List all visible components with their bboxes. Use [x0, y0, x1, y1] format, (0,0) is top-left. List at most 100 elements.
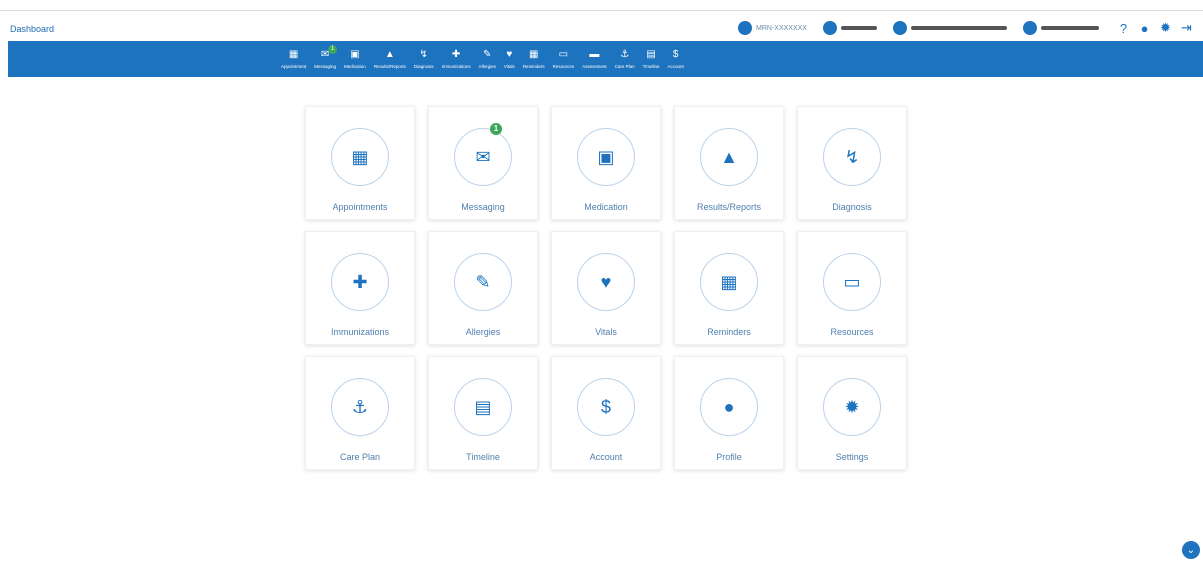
- pill-icon: ✎: [475, 271, 491, 292]
- phone-icon: [1022, 21, 1037, 35]
- nav-item-medication[interactable]: ▣ Medication: [340, 41, 370, 77]
- plus-square-icon: ✚: [352, 271, 368, 292]
- tile-icon-circle: ⚓: [331, 378, 389, 436]
- tile-settings[interactable]: ✹ Settings: [797, 356, 907, 470]
- medkit-icon: ▣: [350, 48, 360, 60]
- help-button[interactable]: ?: [1116, 20, 1131, 36]
- tile-account[interactable]: $ Account: [551, 356, 661, 470]
- nav-item-label: Medication: [344, 63, 366, 69]
- nav-item-label: Immunizations: [441, 63, 471, 69]
- profile-icon: ●: [1140, 20, 1149, 36]
- nav-item-label: Messaging: [314, 63, 337, 69]
- tile-icon-circle: ▲: [700, 128, 758, 186]
- dollar-icon: $: [672, 48, 679, 60]
- redacted-text: [910, 26, 1007, 30]
- tile-icon-circle: ▤: [454, 378, 512, 436]
- nav-item-results-reports[interactable]: ▲ Results/Reports: [370, 41, 410, 77]
- tile-medication[interactable]: ▣ Medication: [551, 106, 661, 220]
- nav-item-label: Timeline: [642, 63, 660, 69]
- id-card-icon: [738, 21, 752, 35]
- stethoscope-icon: ↯: [419, 48, 428, 60]
- nav-item-diagnosis[interactable]: ↯ Diagnosis: [410, 41, 438, 77]
- tile-resources[interactable]: ▭ Resources: [797, 231, 907, 345]
- settings-gear-button[interactable]: ✹: [1158, 20, 1173, 36]
- tile-care-plan[interactable]: ⚓ Care Plan: [305, 356, 415, 470]
- tile-results-reports[interactable]: ▲ Results/Reports: [674, 106, 784, 220]
- tile-vitals[interactable]: ♥ Vitals: [551, 231, 661, 345]
- nav-item-label: Results/Reports: [373, 63, 406, 69]
- tile-reminders[interactable]: ▦ Reminders: [674, 231, 784, 345]
- tile-timeline[interactable]: ▤ Timeline: [428, 356, 538, 470]
- tile-immunizations[interactable]: ✚ Immunizations: [305, 231, 415, 345]
- nav-item-allergies[interactable]: ✎ Allergies: [475, 41, 500, 77]
- calendar-icon: [892, 21, 907, 35]
- tile-label: Diagnosis: [832, 202, 872, 212]
- tile-allergies[interactable]: ✎ Allergies: [428, 231, 538, 345]
- nav-item-assessment[interactable]: ▬ Assessment: [578, 41, 611, 77]
- tile-appointments[interactable]: ▦ Appointments: [305, 106, 415, 220]
- nav-item-appointment[interactable]: ▦ Appointment: [277, 41, 310, 77]
- tile-label: Account: [589, 452, 623, 462]
- nav-item-label: Reminders: [522, 63, 545, 69]
- redacted-text: [1040, 26, 1099, 30]
- tile-profile[interactable]: ● Profile: [674, 356, 784, 470]
- folder-open-icon: ▭: [843, 271, 861, 292]
- tile-messaging[interactable]: ✉ 1 Messaging: [428, 106, 538, 220]
- nav-item-label: Care Plan: [614, 63, 635, 69]
- tile-icon-circle: ▦: [331, 128, 389, 186]
- tile-label: Settings: [835, 452, 869, 462]
- patient-info-item: MRN-XXXXXXX: [738, 21, 807, 35]
- tile-diagnosis[interactable]: ↯ Diagnosis: [797, 106, 907, 220]
- tile-icon-circle: $: [577, 378, 635, 436]
- tile-label: Medication: [584, 202, 628, 212]
- nav-item-label: Vitals: [503, 63, 515, 69]
- patient-info-text: MRN-XXXXXXX: [756, 24, 807, 32]
- nav-item-vitals[interactable]: ♥ Vitals: [500, 41, 519, 77]
- redacted-text: [840, 26, 877, 30]
- tile-label: Allergies: [465, 327, 501, 337]
- pencil-icon: ✎: [483, 48, 492, 60]
- tile-icon-circle: ✹: [823, 378, 881, 436]
- patient-info-item: [1022, 21, 1099, 35]
- calendar-icon: ▦: [288, 48, 299, 60]
- tile-label: Vitals: [595, 327, 617, 337]
- calendar-icon: ▦: [720, 271, 738, 292]
- anchor-icon: ⚓: [620, 48, 630, 60]
- tile-icon-circle: ▭: [823, 253, 881, 311]
- scroll-down-button[interactable]: ⌄: [1182, 541, 1200, 559]
- user-circle-icon: [822, 21, 837, 35]
- nav-item-account[interactable]: $ Account: [663, 41, 687, 77]
- flask-icon: ▲: [720, 146, 738, 167]
- user-icon: ●: [723, 396, 735, 417]
- logout-icon: ⇥: [1181, 20, 1192, 35]
- nav-item-immunizations[interactable]: ✚ Immunizations: [438, 41, 475, 77]
- tile-label: Appointments: [332, 202, 388, 212]
- stethoscope-icon: ↯: [844, 146, 860, 167]
- unread-badge: 1: [490, 123, 502, 135]
- tile-icon-circle: ♥: [577, 253, 635, 311]
- logout-button[interactable]: ⇥: [1179, 20, 1194, 36]
- patient-info-item: [822, 21, 877, 35]
- calendar-check-icon: ▦: [351, 146, 369, 167]
- dollar-icon: $: [600, 396, 611, 417]
- tile-label: Care Plan: [339, 452, 381, 462]
- nav-item-label: Allergies: [478, 63, 496, 69]
- nav-item-messaging[interactable]: ✉ Messaging 1: [310, 41, 340, 77]
- patient-info-item: [892, 21, 1007, 35]
- flask-icon: ▲: [384, 48, 395, 60]
- nav-item-label: Diagnosis: [413, 63, 434, 69]
- main-navbar: ▦ Appointment ✉ Messaging 1 ▣ Medication ▲ Resul…: [8, 41, 1203, 77]
- profile-button[interactable]: ●: [1137, 20, 1152, 36]
- tile-label: Timeline: [466, 452, 500, 462]
- heartbeat-icon: ♥: [506, 48, 513, 60]
- anchor-icon: ⚓: [351, 396, 369, 417]
- medkit-icon: ▣: [597, 146, 615, 167]
- nav-item-timeline[interactable]: ▤ Timeline: [639, 41, 664, 77]
- tile-icon-circle: ✉: [454, 128, 512, 186]
- unread-badge: 1: [328, 45, 338, 54]
- dashboard-tile-grid: ▦ Appointments ✉ 1 Messaging ▣ Medication ▲ Resu…: [305, 106, 917, 470]
- nav-item-resources[interactable]: ▭ Resources: [549, 41, 579, 77]
- nav-item-reminders[interactable]: ▦ Reminders: [519, 41, 549, 77]
- tile-label: Immunizations: [330, 327, 390, 337]
- nav-item-care-plan[interactable]: ⚓ Care Plan: [611, 41, 639, 77]
